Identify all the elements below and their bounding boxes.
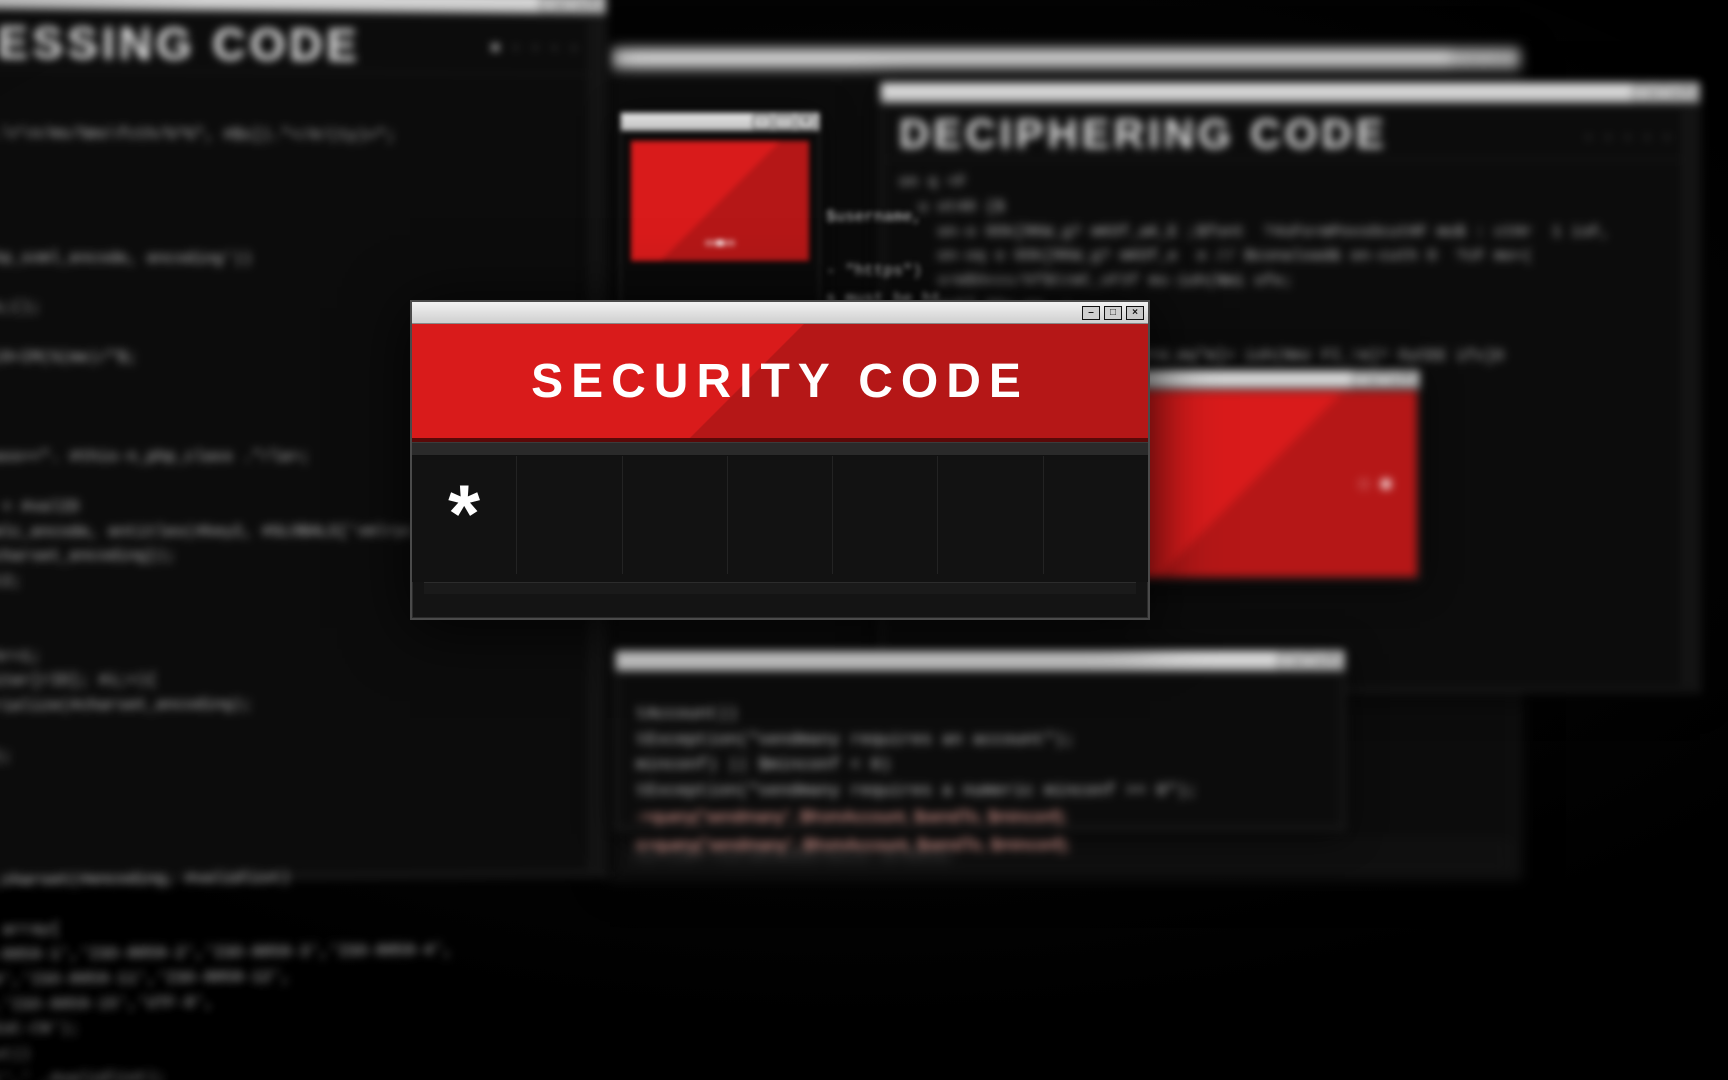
pane-title: PROCESSING CODE ■ • • • • xyxy=(0,12,601,75)
code-cell[interactable] xyxy=(623,456,728,574)
titlebar[interactable]: – □ × xyxy=(881,83,1699,103)
separator xyxy=(412,442,1148,456)
security-code-dialog: – □ × SECURITY CODE * xyxy=(410,300,1150,620)
close-button[interactable]: × xyxy=(1397,373,1415,387)
code-cell[interactable]: * xyxy=(412,456,517,574)
minimize-button[interactable]: – xyxy=(1453,52,1471,66)
code-cell[interactable] xyxy=(517,456,622,574)
vertical-scrollbar[interactable] xyxy=(1683,109,1693,685)
deciphering-title-text: DECIPHERING CODE xyxy=(899,110,1388,157)
close-button[interactable]: × xyxy=(797,115,815,129)
titlebar[interactable]: – □ × xyxy=(616,651,1344,671)
dialog-bottom-track xyxy=(424,582,1136,594)
thumbnail-preview xyxy=(631,141,809,261)
pager-dots xyxy=(705,233,735,251)
close-button[interactable]: × xyxy=(1677,86,1695,100)
close-button[interactable]: × xyxy=(1322,654,1340,668)
maximize-button[interactable]: □ xyxy=(562,0,580,11)
status-indicator-icon xyxy=(1381,479,1391,489)
pane-title: DECIPHERING CODE • • • • • xyxy=(885,107,1695,160)
maximize-button[interactable]: □ xyxy=(1475,52,1493,66)
maximize-button[interactable]: □ xyxy=(1655,86,1673,100)
status-body xyxy=(1103,391,1417,577)
dialog-title: SECURITY CODE xyxy=(531,354,1029,409)
maximize-button[interactable]: □ xyxy=(775,115,793,129)
maximize-button[interactable]: □ xyxy=(1300,654,1318,668)
minimize-button[interactable]: – xyxy=(1633,86,1651,100)
titlebar[interactable]: – □ × xyxy=(621,113,819,131)
code-cell[interactable] xyxy=(938,456,1043,574)
minimize-button[interactable]: – xyxy=(753,115,771,129)
minimize-button[interactable]: – xyxy=(1082,306,1100,320)
maximize-button[interactable]: □ xyxy=(1375,373,1393,387)
code-cell[interactable] xyxy=(833,456,938,574)
titlebar[interactable]: – □ × xyxy=(611,49,1519,69)
close-button[interactable]: × xyxy=(584,0,602,11)
close-button[interactable]: × xyxy=(1497,52,1515,66)
console-window: – □ × tAccount)) tException("sendmany re… xyxy=(615,650,1345,830)
minimize-button[interactable]: – xyxy=(1278,654,1296,668)
code-cell[interactable] xyxy=(1044,456,1148,574)
console-output[interactable]: tAccount)) tException("sendmany requires… xyxy=(620,692,1340,869)
dialog-header: SECURITY CODE xyxy=(412,324,1148,442)
pager-dots: ■ • • • • xyxy=(492,23,588,54)
close-button[interactable]: × xyxy=(1126,306,1144,320)
pager-dots: • • • • • xyxy=(1587,113,1681,143)
code-input-cells[interactable]: * xyxy=(412,456,1148,582)
maximize-button[interactable]: □ xyxy=(1104,306,1122,320)
code-cell[interactable] xyxy=(728,456,833,574)
minimize-button[interactable]: – xyxy=(540,0,558,11)
processing-title-text: PROCESSING CODE xyxy=(0,15,361,71)
minimize-button[interactable]: – xyxy=(1353,373,1371,387)
titlebar[interactable]: – □ × xyxy=(412,302,1148,324)
